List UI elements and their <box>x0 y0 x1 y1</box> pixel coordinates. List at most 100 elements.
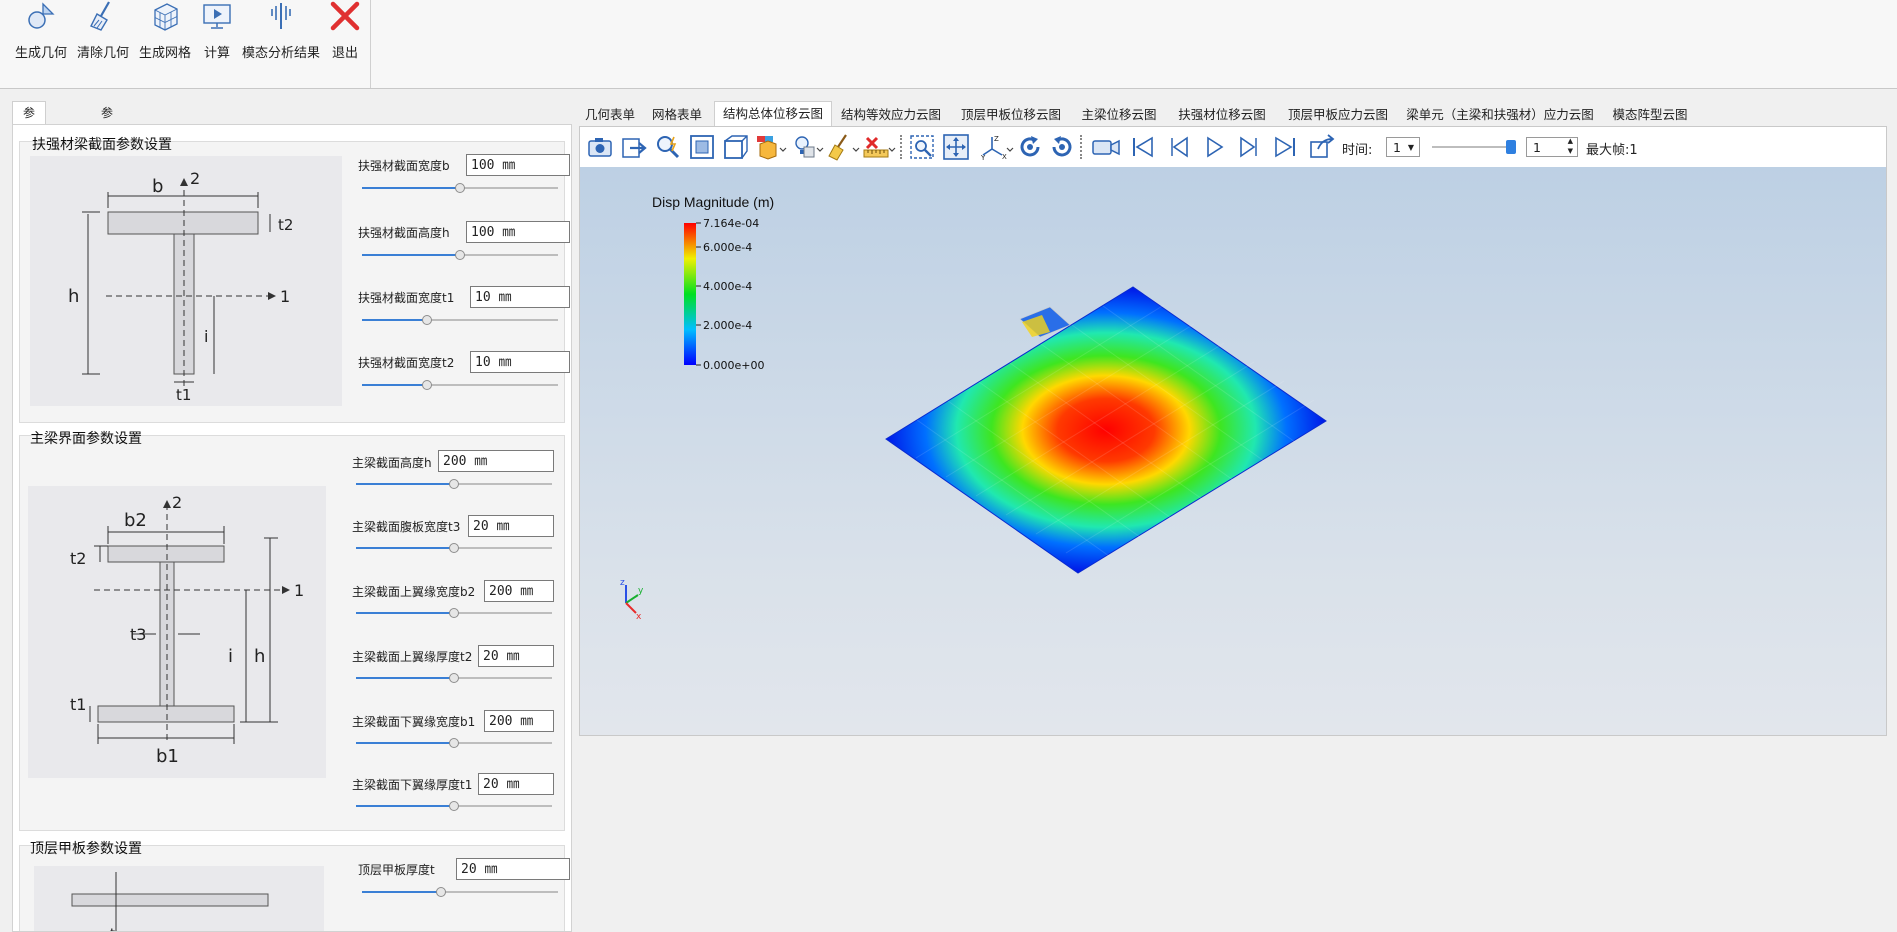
axes-icon[interactable]: Z X Y <box>980 133 1014 161</box>
brace-width-t2-field[interactable]: 10 ㎜ <box>470 351 570 373</box>
camera-icon[interactable] <box>586 133 614 161</box>
deck-thickness-slider[interactable] <box>362 886 558 898</box>
dim-t1-label: t1 <box>176 386 191 404</box>
ruler-delete-icon[interactable] <box>862 133 896 161</box>
deck-thickness-field[interactable]: 20 ㎜ <box>456 858 570 880</box>
parameter-panel: 扶强材梁截面参数设置 b 2 t2 h 1 i t1 扶强材截面宽度b 100 … <box>12 124 572 932</box>
lightbulb-icon[interactable] <box>790 133 824 161</box>
frame-icon[interactable] <box>688 133 716 161</box>
tab-total-displacement[interactable]: 结构总体位移云图 <box>714 101 832 128</box>
main-bottom-flange-b1-field[interactable]: 200 ㎜ <box>484 710 554 732</box>
viewer-toolbar: ZXY 时间: 1 ▼ 1 ▲ ▼ 最大帧:1 <box>580 127 1886 168</box>
dim-i-label: i <box>204 327 208 346</box>
legend-tick-min: 0.000e+00 <box>703 359 764 372</box>
main-web-t3-slider[interactable] <box>356 542 552 554</box>
play-icon[interactable] <box>1200 133 1228 161</box>
render-canvas[interactable]: Disp Magnitude (m) 7.164e-04 6.000e-4 4.… <box>580 167 1886 735</box>
box-icon[interactable] <box>722 133 750 161</box>
brace-width-b-slider[interactable] <box>362 182 558 194</box>
loop-icon[interactable] <box>1308 133 1336 161</box>
modal-result-button[interactable]: 模态分析结果 <box>238 0 324 70</box>
axis-2-label: 2 <box>190 169 200 188</box>
tab-deck-displacement[interactable]: 顶层甲板位移云图 <box>952 103 1070 126</box>
color-cube-icon[interactable] <box>754 133 788 161</box>
clear-geometry-button[interactable]: 清除几何 <box>72 0 134 70</box>
brace-width-t2-label: 扶强材截面宽度t2 <box>358 356 455 370</box>
tab-beam-element-stress[interactable]: 梁单元（主梁和扶强材）应力云图 <box>1400 103 1600 126</box>
time-slider[interactable] <box>1432 140 1516 154</box>
svg-text:Y: Y <box>980 154 986 161</box>
axis-1-label: 1 <box>280 287 290 306</box>
main-web-t3-field[interactable]: 20 ㎜ <box>468 515 554 537</box>
legend-tick-max: 7.164e-04 <box>703 217 759 230</box>
main-top-flange-t2-slider[interactable] <box>356 672 552 684</box>
time-select[interactable]: 1 ▼ <box>1386 137 1420 157</box>
compute-monitor-icon <box>203 4 231 29</box>
t-section-diagram: b 2 t2 h 1 i t1 <box>30 156 342 406</box>
tab-geometry-form[interactable]: 几何表单 <box>580 103 640 126</box>
axis-y-label: y <box>638 586 644 596</box>
frame-spinbox[interactable]: 1 ▲ ▼ <box>1526 137 1578 157</box>
zoom-box-icon[interactable] <box>908 133 936 161</box>
tab-brace-displacement[interactable]: 扶强材位移云图 <box>1168 103 1276 126</box>
svg-text:Z: Z <box>994 135 999 143</box>
zoom-icon[interactable] <box>654 133 682 161</box>
brace-width-t1-label: 扶强材截面宽度t1 <box>358 291 455 305</box>
brace-section-group: 扶强材梁截面参数设置 b 2 t2 h 1 i t1 扶强材截面宽度b 100 … <box>19 137 570 423</box>
video-camera-icon[interactable] <box>1090 133 1122 161</box>
exit-button[interactable]: 退出 <box>326 0 364 70</box>
tab-param-form-1[interactable]: 参数表单1 <box>12 101 47 212</box>
tab-equivalent-stress[interactable]: 结构等效应力云图 <box>832 103 950 126</box>
brace-height-h-slider[interactable] <box>362 249 558 261</box>
rotate-ccw-icon[interactable] <box>1048 133 1076 161</box>
main-beam-group: 主梁界面参数设置 b2 2 t2 1 i h t3 t1 b1 主梁截面高度h … <box>19 431 565 831</box>
deck-diagram: t <box>34 866 324 931</box>
main-bottom-flange-t1-slider[interactable] <box>356 800 552 812</box>
rotate-cw-icon[interactable] <box>1016 133 1044 161</box>
brace-width-t1-slider[interactable] <box>362 314 558 326</box>
tab-main-beam-displacement[interactable]: 主梁位移云图 <box>1072 103 1166 126</box>
dim-t1-label-main: t1 <box>70 695 86 714</box>
next-frame-icon[interactable] <box>1236 133 1264 161</box>
axis-triad: z y x <box>620 578 644 622</box>
main-height-h-slider[interactable] <box>356 478 552 490</box>
main-bottom-flange-t1-field[interactable]: 20 ㎜ <box>478 773 554 795</box>
main-bottom-flange-b1-slider[interactable] <box>356 737 552 749</box>
legend-title: Disp Magnitude (m) <box>652 194 774 210</box>
main-top-flange-b2-slider[interactable] <box>356 607 552 619</box>
toolbar-separator <box>900 135 902 159</box>
brace-width-t1-field[interactable]: 10 ㎜ <box>470 286 570 308</box>
axis-x-label: x <box>636 612 642 622</box>
main-height-h-field[interactable]: 200 ㎜ <box>438 450 554 472</box>
export-icon[interactable] <box>620 133 648 161</box>
exit-label: 退出 <box>331 46 358 61</box>
compute-button[interactable]: 计算 <box>196 0 238 70</box>
axis-z-label: z <box>620 578 625 588</box>
brace-height-h-field[interactable]: 100 ㎜ <box>466 221 570 243</box>
last-frame-icon[interactable] <box>1272 133 1300 161</box>
fit-icon[interactable] <box>942 133 970 161</box>
generate-geometry-button[interactable]: 生成几何 <box>10 0 72 70</box>
prev-frame-icon[interactable] <box>1164 133 1192 161</box>
legend-tick-2e4: 2.000e-4 <box>703 319 752 332</box>
brush-clear-icon[interactable] <box>826 133 860 161</box>
brace-width-t2-slider[interactable] <box>362 379 558 391</box>
dim-t3-label: t3 <box>130 625 146 644</box>
tab-deck-stress[interactable]: 顶层甲板应力云图 <box>1278 103 1398 126</box>
spin-arrows-icon: ▲ ▼ <box>1567 137 1573 155</box>
main-top-flange-t2-field[interactable]: 20 ㎜ <box>478 645 554 667</box>
tab-mode-shape[interactable]: 模态阵型云图 <box>1602 103 1698 126</box>
axis-2-label-main: 2 <box>172 493 182 512</box>
dim-i-label-main: i <box>228 646 233 667</box>
dim-b1-label: b1 <box>156 746 179 767</box>
generate-mesh-button[interactable]: 生成网格 <box>134 0 196 70</box>
tab-mesh-form[interactable]: 网格表单 <box>642 103 712 126</box>
toolbar-separator-2 <box>1080 135 1082 159</box>
clear-geometry-label: 清除几何 <box>76 46 129 61</box>
first-frame-icon[interactable] <box>1128 133 1156 161</box>
main-top-flange-b2-field[interactable]: 200 ㎜ <box>484 580 554 602</box>
tab-param-form-2[interactable]: 参数表单2 <box>90 101 124 212</box>
brace-width-b-field[interactable]: 100 ㎜ <box>466 154 570 176</box>
chevron-down-icon: ▼ <box>1407 143 1414 152</box>
legend-tick-6e4: 6.000e-4 <box>703 241 752 254</box>
